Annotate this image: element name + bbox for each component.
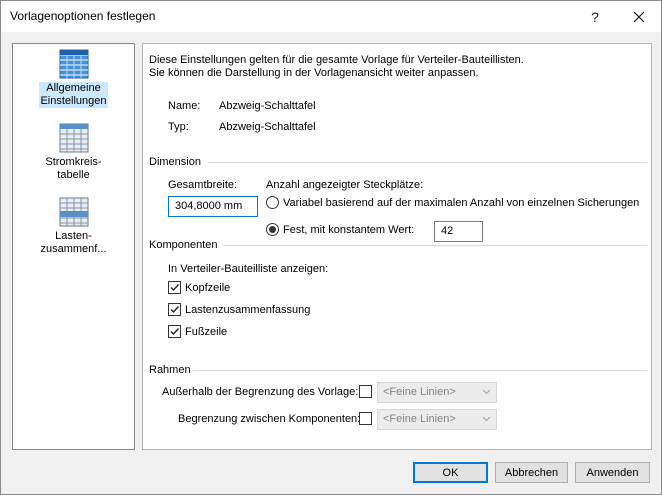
between-components-checkbox[interactable] <box>359 412 372 425</box>
category-nav: Allgemeine Einstellungen Stromkreis-tabel… <box>12 43 135 450</box>
footer-checkbox[interactable] <box>168 325 181 338</box>
name-value: Abzweig-Schalttafel <box>219 100 316 112</box>
header-row-checkbox[interactable] <box>168 281 181 294</box>
radio-fixed-label[interactable]: Fest, mit konstantem Wert: <box>283 224 414 236</box>
frame-divider <box>193 370 647 371</box>
checkmark-icon <box>170 328 180 336</box>
close-icon <box>633 11 645 22</box>
outside-linestyle-select[interactable]: <Feine Linien> <box>377 382 497 403</box>
fixed-slots-input[interactable]: 42 <box>434 221 483 242</box>
outside-border-checkbox[interactable] <box>359 385 372 398</box>
between-components-label: Begrenzung zwischen Komponenten: <box>178 413 361 425</box>
dimension-heading: Dimension <box>149 156 201 168</box>
settings-panel: Diese Einstellungen gelten für die gesam… <box>142 43 652 450</box>
components-divider <box>223 245 647 246</box>
checkmark-icon <box>170 306 180 314</box>
radio-variable[interactable] <box>266 196 279 209</box>
load-summary-checkbox[interactable] <box>168 303 181 316</box>
description-line-1: Diese Einstellungen gelten für die gesam… <box>149 54 524 66</box>
chevron-down-icon <box>482 389 491 395</box>
dimension-divider <box>208 162 647 163</box>
footer-label[interactable]: Fußzeile <box>185 326 227 338</box>
table-grid-blue-icon <box>59 49 88 79</box>
show-in-list-label: In Verteiler-Bauteilliste anzeigen: <box>168 263 329 275</box>
checkmark-icon <box>170 284 180 292</box>
description-line-2: Sie können die Darstellung in der Vorlag… <box>149 67 479 79</box>
name-label: Name: <box>168 100 201 112</box>
width-label: Gesamtbreite: <box>168 179 238 191</box>
type-label: Typ: <box>168 121 189 133</box>
nav-item-circuit-table[interactable]: Stromkreis-tabelle <box>13 123 134 182</box>
table-grid-summary-icon <box>59 197 88 227</box>
radio-variable-label[interactable]: Variabel basierend auf der maximalen Anz… <box>283 197 639 209</box>
components-heading: Komponenten <box>149 239 218 251</box>
radio-fixed[interactable] <box>266 223 279 236</box>
title-bar: Vorlagenoptionen festlegen ? <box>1 1 661 32</box>
table-grid-grey-icon <box>59 123 88 153</box>
nav-item-general-settings[interactable]: Allgemeine Einstellungen <box>13 49 134 108</box>
dialog-title: Vorlagenoptionen festlegen <box>10 9 156 23</box>
outside-border-label: Außerhalb der Begrenzung des Vorlage: <box>162 386 359 398</box>
nav-item-load-summary[interactable]: Lasten-zusammenf... <box>13 197 134 256</box>
close-button[interactable] <box>617 1 661 32</box>
nav-label-circuit: Stromkreis-tabelle <box>45 156 102 181</box>
load-summary-label[interactable]: Lastenzusammenfassung <box>185 304 310 316</box>
chevron-down-icon <box>482 416 491 422</box>
frame-heading: Rahmen <box>149 364 191 376</box>
between-linestyle-select[interactable]: <Feine Linien> <box>377 409 497 430</box>
apply-button[interactable]: Anwenden <box>575 462 650 483</box>
help-button[interactable]: ? <box>573 1 617 32</box>
nav-label-load: Lasten-zusammenf... <box>40 230 107 255</box>
nav-label-general: Allgemeine Einstellungen <box>39 82 108 108</box>
dialog-window: Vorlagenoptionen festlegen ? Allgemeine E… <box>0 0 662 495</box>
cancel-button[interactable]: Abbrechen <box>495 462 568 483</box>
width-input[interactable]: 304,8000 mm <box>168 196 258 217</box>
header-row-label[interactable]: Kopfzeile <box>185 282 230 294</box>
ok-button[interactable]: OK <box>413 462 488 483</box>
slots-label: Anzahl angezeigter Steckplätze: <box>266 179 424 191</box>
type-value: Abzweig-Schalttafel <box>219 121 316 133</box>
